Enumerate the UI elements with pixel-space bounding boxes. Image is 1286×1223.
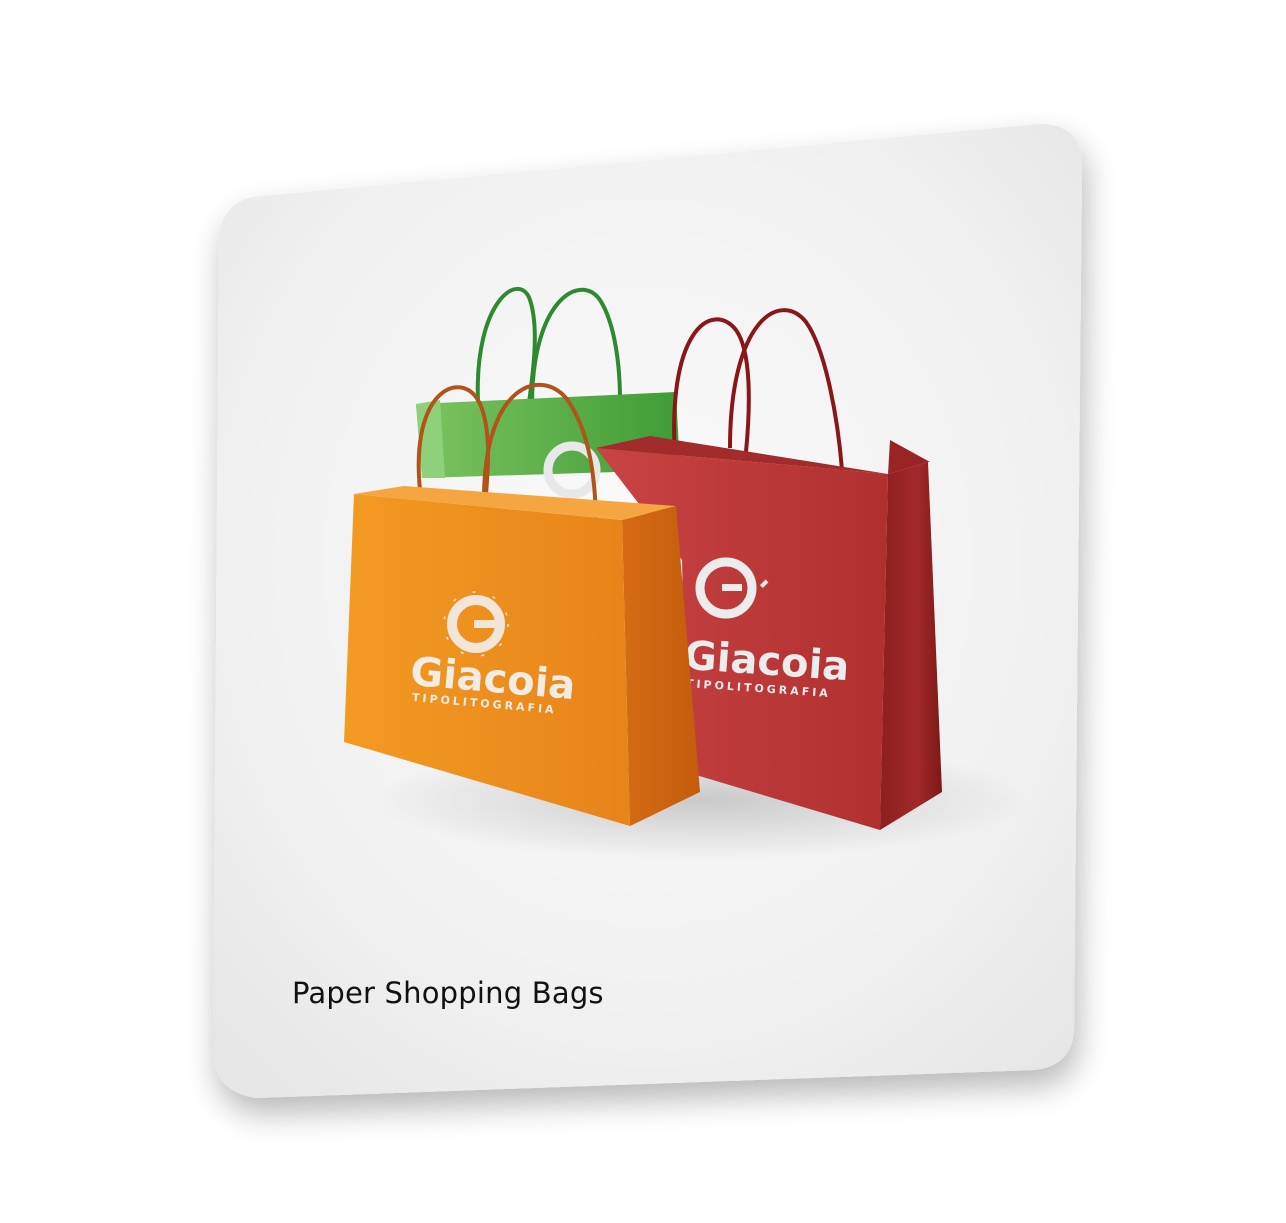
product-card[interactable]: Giacoia TIPOLITOGRAFIA Giacoia TIPOLITOG… (0, 0, 1286, 1223)
card-caption: Paper Shopping Bags (292, 976, 604, 1010)
